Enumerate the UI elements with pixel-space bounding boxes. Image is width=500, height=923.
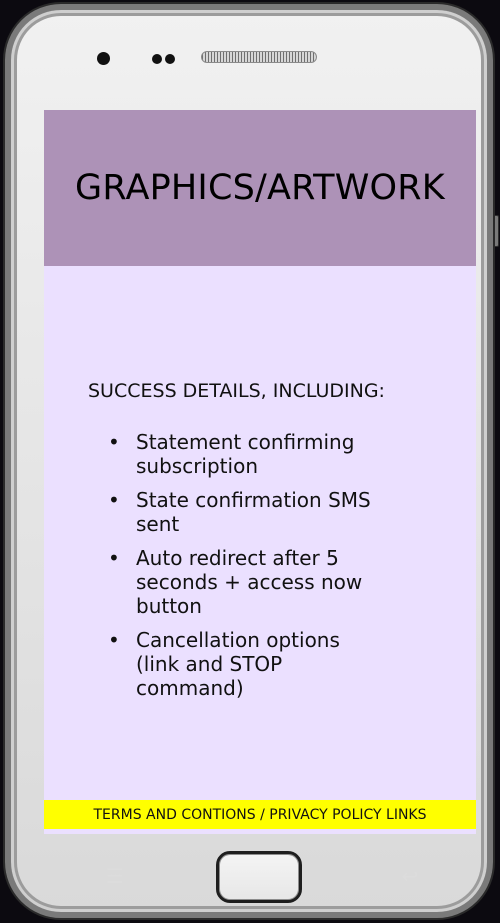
back-icon[interactable]: ↩	[391, 866, 429, 886]
terms-footer-bar: TERMS AND CONTIONS / PRIVACY POLICY LINK…	[44, 800, 476, 829]
sensor-icon	[165, 54, 175, 64]
phone-screen: GRAPHICS/ARTWORK SUCCESS DETAILS, INCLUD…	[44, 110, 476, 834]
hero-title: GRAPHICS/ARTWORK	[75, 167, 445, 208]
success-details-list: Statement confirming subscription State …	[44, 430, 384, 700]
list-item: Statement confirming subscription	[108, 430, 384, 478]
terms-footer-text: TERMS AND CONTIONS / PRIVACY POLICY LINK…	[93, 806, 427, 823]
speaker-grill-icon	[201, 51, 317, 63]
list-item: State confirmation SMS sent	[108, 488, 384, 536]
sensor-icon	[152, 54, 162, 64]
graphics-artwork-banner: GRAPHICS/ARTWORK	[44, 110, 476, 266]
list-item: Auto redirect after 5 seconds + access n…	[108, 546, 384, 618]
menu-icon[interactable]: ☰	[96, 866, 134, 886]
phone-body: GRAPHICS/ARTWORK SUCCESS DETAILS, INCLUD…	[5, 4, 493, 918]
success-details-section: SUCCESS DETAILS, INCLUDING: Statement co…	[44, 380, 476, 710]
success-details-heading: SUCCESS DETAILS, INCLUDING:	[88, 380, 385, 402]
phone-top-bezel	[11, 10, 487, 110]
home-button[interactable]	[216, 851, 302, 903]
phone-mockup-canvas: GRAPHICS/ARTWORK SUCCESS DETAILS, INCLUD…	[0, 0, 500, 923]
list-item: Cancellation options (link and STOP comm…	[108, 628, 384, 700]
front-camera-icon	[97, 52, 110, 65]
